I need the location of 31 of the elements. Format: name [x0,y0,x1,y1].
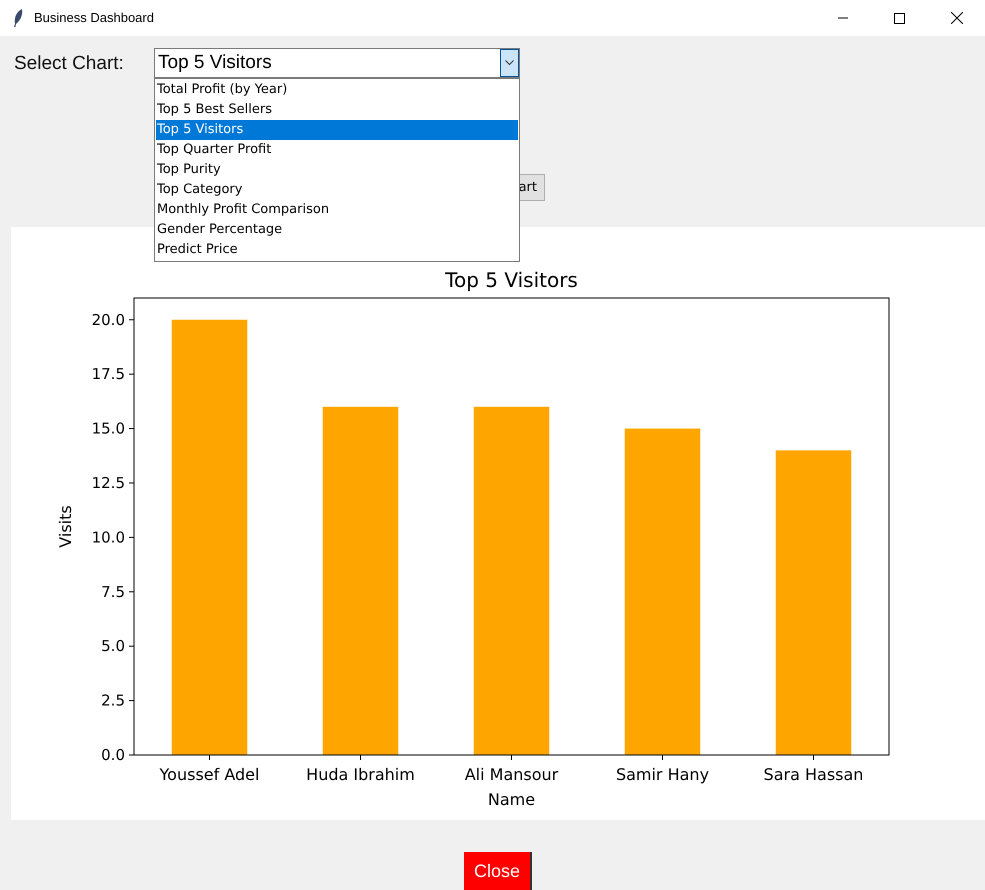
x-tick-label: Samir Hany [616,765,710,784]
x-tick-label: Sara Hassan [764,765,864,784]
y-tick-label: 15.0 [92,420,125,438]
y-tick-label: 12.5 [92,474,125,492]
x-tick-label: Youssef Adel [160,765,260,784]
dropdown-option[interactable]: Top 5 Visitors [156,120,518,140]
dropdown-option[interactable]: Top Quarter Profit [156,140,518,160]
dropdown-option[interactable]: Monthly Profit Comparison [156,200,518,220]
close-button[interactable]: Close [464,852,532,890]
feather-icon [12,8,24,28]
dropdown-option[interactable]: Gender Percentage [156,220,518,240]
x-axis-label: Name [488,790,536,809]
y-tick-label: 20.0 [92,310,125,329]
window-title: Business Dashboard [34,9,154,28]
close-icon [950,12,962,24]
y-tick-label: 5.0 [101,637,125,656]
dropdown-option[interactable]: Predict Price [156,240,518,260]
chart-combobox[interactable]: Top 5 Visitors [154,48,520,78]
dropdown-option[interactable]: Total Profit (by Year) [156,80,518,100]
y-axis-label: Visits [56,505,75,548]
dropdown-option[interactable]: Top 5 Best Sellers [156,100,518,120]
y-tick-label: 7.5 [101,582,125,601]
x-tick-label: Huda Ibrahim [306,765,415,784]
maximize-icon [894,12,905,24]
x-tick-label: Ali Mansour [464,765,558,784]
y-tick-label: 10.0 [92,528,125,546]
y-tick-label: 0.0 [101,746,125,764]
y-tick-label: 17.5 [92,365,125,384]
y-tick-label: 2.5 [101,692,125,710]
select-chart-label: Select Chart: [14,52,124,76]
chart-title: Top 5 Visitors [445,268,578,292]
